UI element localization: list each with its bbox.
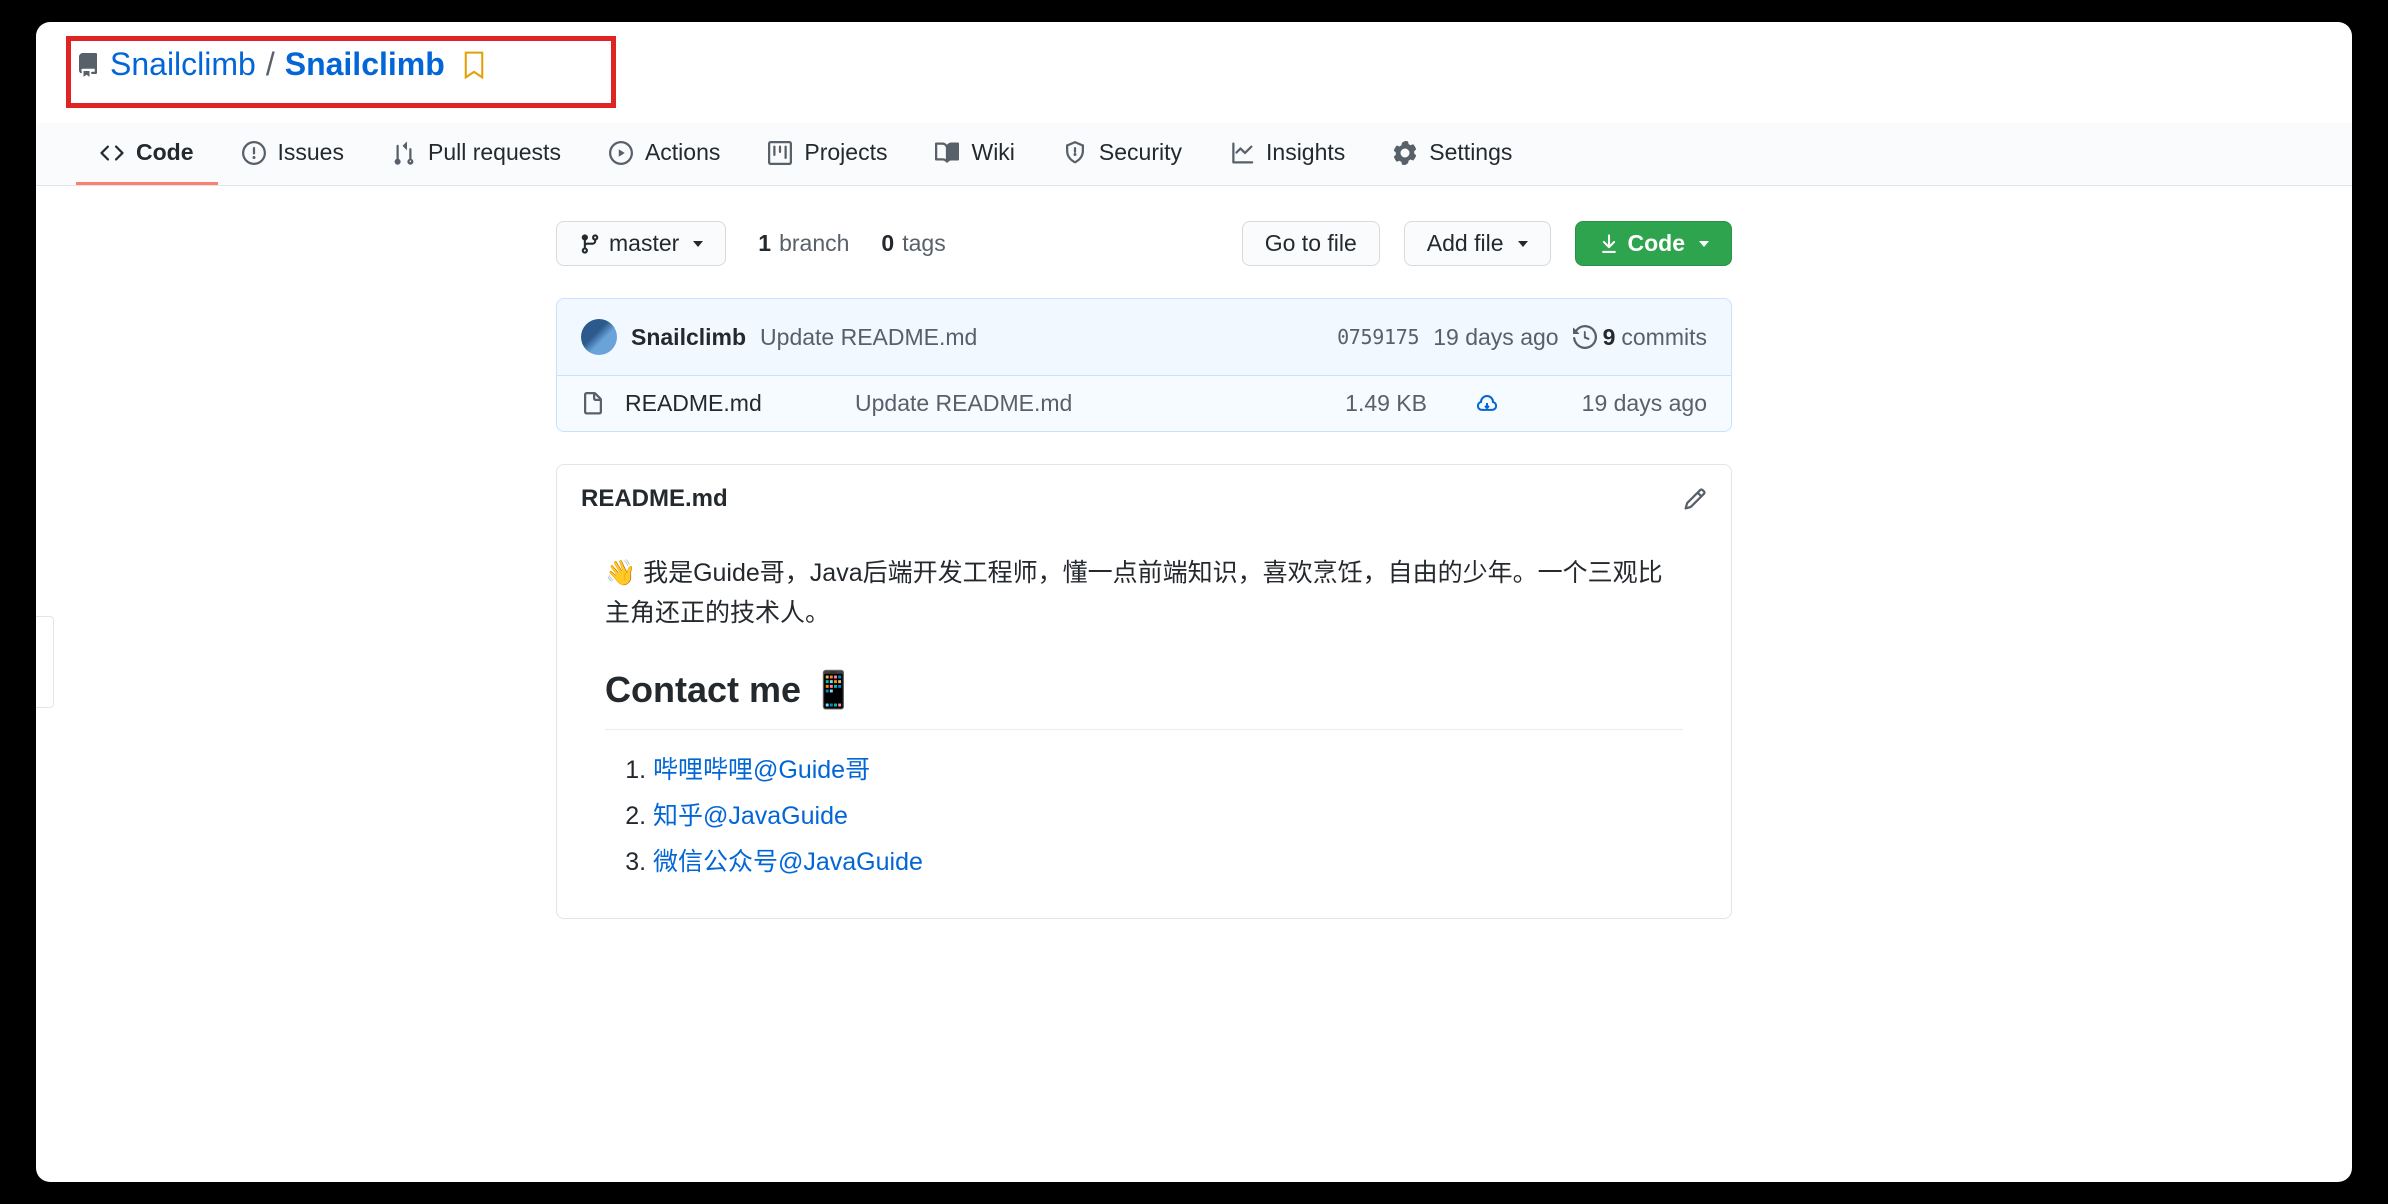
readme-panel: README.md 👋 我是Guide哥，Java后端开发工程师，懂一点前端知识… (556, 464, 1732, 919)
repo-icon (76, 53, 100, 77)
branch-icon (579, 233, 601, 255)
readme-header: README.md (557, 465, 1731, 533)
side-drag-handle[interactable] (36, 616, 54, 708)
tab-label: Actions (645, 139, 720, 166)
gear-icon (1393, 141, 1417, 165)
contact-link[interactable]: 知乎@JavaGuide (653, 802, 848, 830)
repo-name-link[interactable]: Snailclimb (285, 46, 445, 83)
commits-link[interactable]: 9 commits (1573, 324, 1707, 351)
file-time: 19 days ago (1547, 390, 1707, 417)
play-icon (609, 141, 633, 165)
contact-link[interactable]: 微信公众号@JavaGuide (653, 848, 923, 876)
readme-intro: 👋 我是Guide哥，Java后端开发工程师，懂一点前端知识，喜欢烹饪，自由的少… (605, 553, 1683, 633)
caret-down-icon (1518, 241, 1528, 247)
latest-commit-bar: Snailclimb Update README.md 0759175 19 d… (556, 298, 1732, 376)
branch-name: master (609, 230, 679, 257)
commit-time: 19 days ago (1433, 324, 1558, 351)
file-size: 1.49 KB (1345, 390, 1427, 417)
commit-sha[interactable]: 0759175 (1337, 325, 1419, 349)
commit-message[interactable]: Update README.md (760, 324, 977, 351)
repo-header: Snailclimb / Snailclimb (36, 22, 2352, 101)
tab-code[interactable]: Code (76, 123, 218, 185)
bookmark-icon[interactable] (463, 51, 485, 79)
tab-insights[interactable]: Insights (1206, 123, 1369, 185)
tab-label: Pull requests (428, 139, 561, 166)
list-item: 微信公众号@JavaGuide (653, 842, 1683, 882)
tab-label: Insights (1266, 139, 1345, 166)
tab-projects[interactable]: Projects (744, 123, 911, 185)
readme-body: 👋 我是Guide哥，Java后端开发工程师，懂一点前端知识，喜欢烹饪，自由的少… (557, 533, 1731, 918)
tab-label: Settings (1429, 139, 1512, 166)
tab-security[interactable]: Security (1039, 123, 1206, 185)
tag-count[interactable]: 0 tags (873, 230, 945, 257)
branch-count[interactable]: 1 branch (750, 230, 849, 257)
tab-label: Code (136, 139, 194, 166)
history-icon (1573, 325, 1597, 349)
project-icon (768, 141, 792, 165)
commit-author[interactable]: Snailclimb (631, 324, 746, 351)
repo-separator: / (266, 46, 275, 83)
pencil-icon[interactable] (1683, 487, 1707, 511)
add-file-button[interactable]: Add file (1404, 221, 1551, 266)
file-icon (581, 392, 605, 416)
list-item: 哔哩哔哩@Guide哥 (653, 750, 1683, 790)
caret-down-icon (693, 241, 703, 247)
graph-icon (1230, 141, 1254, 165)
pr-icon (392, 141, 416, 165)
tab-issues[interactable]: Issues (218, 123, 368, 185)
code-download-button[interactable]: Code (1575, 221, 1733, 266)
repo-toolbar: master 1 branch 0 tags Go to file Add fi… (556, 221, 1732, 266)
tab-wiki[interactable]: Wiki (911, 123, 1038, 185)
file-row[interactable]: README.md Update README.md 1.49 KB 19 da… (557, 376, 1731, 431)
list-item: 知乎@JavaGuide (653, 796, 1683, 836)
file-list: README.md Update README.md 1.49 KB 19 da… (556, 376, 1732, 432)
readme-filename: README.md (581, 485, 728, 513)
repo-tabs: Code Issues Pull requests Actions Projec… (36, 123, 2352, 186)
repo-owner-link[interactable]: Snailclimb (110, 46, 256, 83)
caret-down-icon (1699, 241, 1709, 247)
tab-label: Wiki (971, 139, 1014, 166)
go-to-file-button[interactable]: Go to file (1242, 221, 1380, 266)
readme-contact-heading: Contact me 📱 (605, 661, 1683, 730)
contact-link[interactable]: 哔哩哔哩@Guide哥 (653, 756, 870, 784)
readme-contact-list: 哔哩哔哩@Guide哥 知乎@JavaGuide 微信公众号@JavaGuide (653, 750, 1683, 882)
branch-select-button[interactable]: master (556, 221, 726, 266)
file-commit-message[interactable]: Update README.md (855, 390, 1325, 417)
avatar[interactable] (581, 319, 617, 355)
issue-icon (242, 141, 266, 165)
tab-label: Issues (278, 139, 344, 166)
main-content: master 1 branch 0 tags Go to file Add fi… (532, 186, 1756, 919)
shield-icon (1063, 141, 1087, 165)
book-icon (935, 141, 959, 165)
tab-settings[interactable]: Settings (1369, 123, 1536, 185)
code-icon (100, 141, 124, 165)
tab-pull-requests[interactable]: Pull requests (368, 123, 585, 185)
tab-label: Projects (804, 139, 887, 166)
download-cloud-icon[interactable] (1475, 392, 1499, 416)
tab-label: Security (1099, 139, 1182, 166)
tab-actions[interactable]: Actions (585, 123, 744, 185)
file-name[interactable]: README.md (625, 390, 835, 417)
download-icon (1598, 233, 1620, 255)
